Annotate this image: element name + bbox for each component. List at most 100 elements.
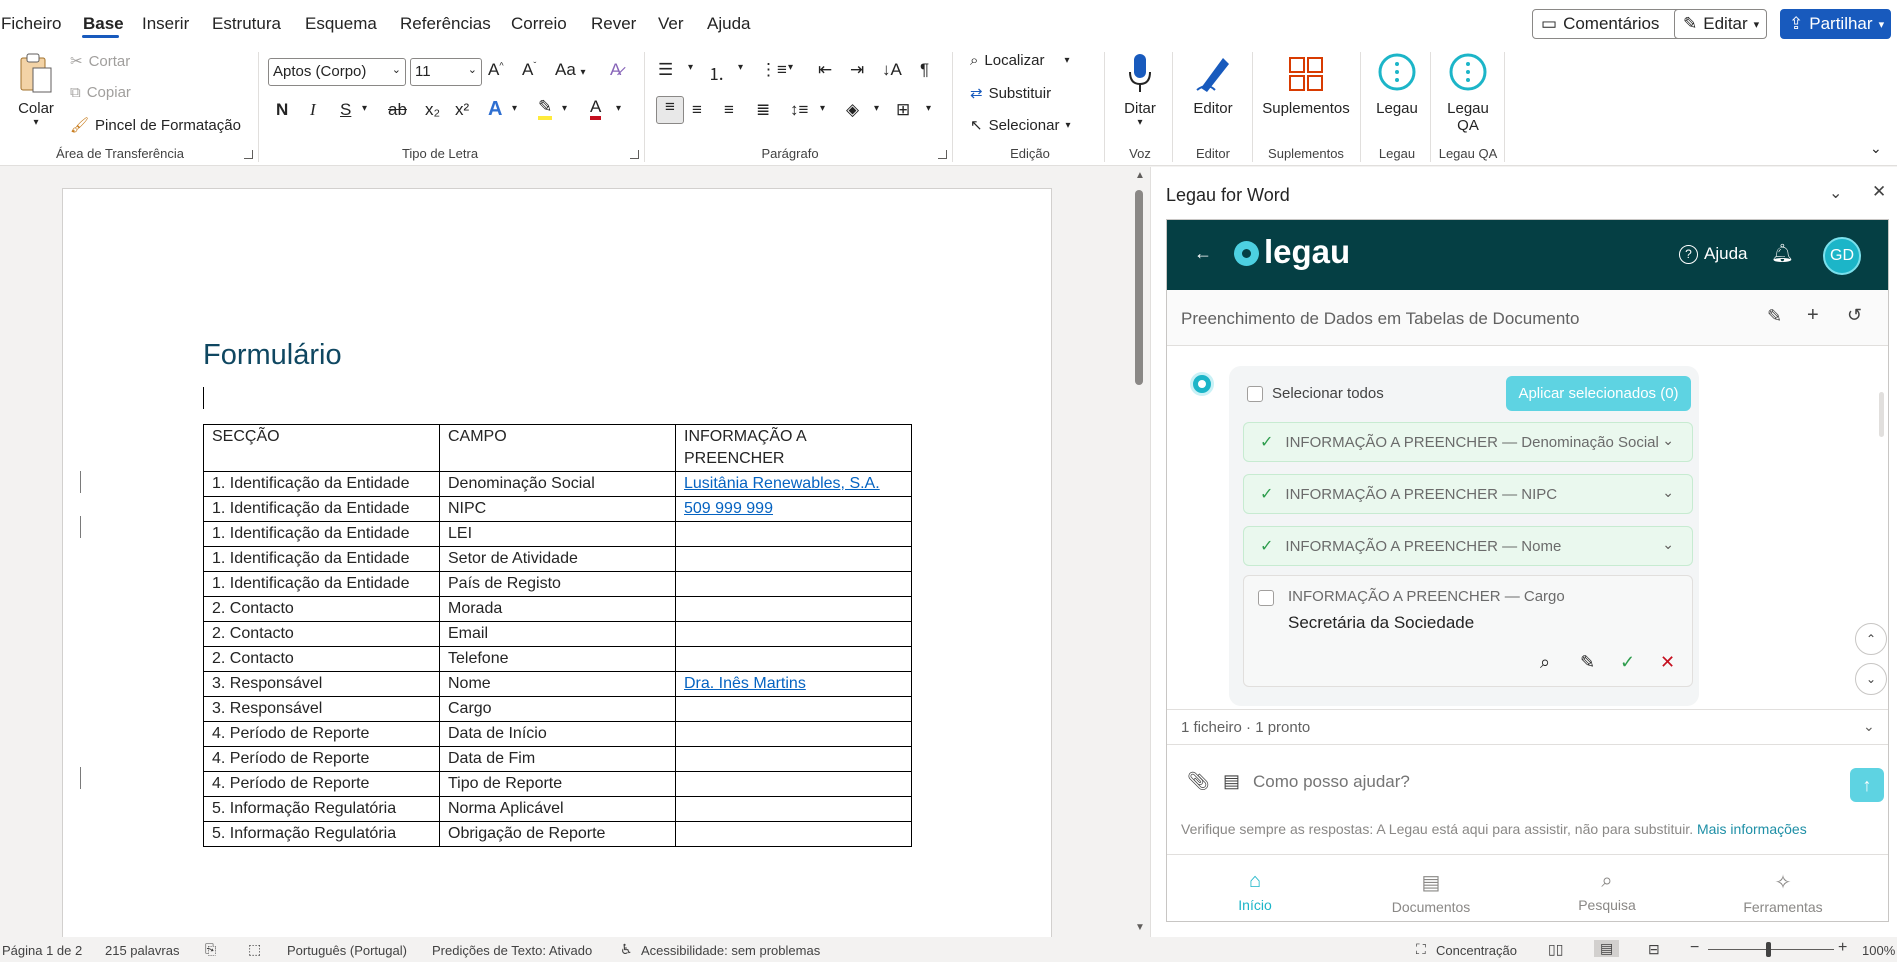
text-predictions[interactable]: Predições de Texto: Ativado	[432, 943, 592, 958]
dictate-button[interactable]: Ditar ▾	[1118, 52, 1162, 128]
chat-input[interactable]	[1253, 767, 1843, 797]
table-cell[interactable]: Data de Fim	[439, 746, 676, 772]
nav-documents[interactable]: ▤ Documentos	[1343, 870, 1519, 915]
font-size-select[interactable]: 11 ⌄	[410, 58, 482, 86]
table-value-cell[interactable]	[675, 796, 912, 822]
proofing-icon[interactable]: ⎘	[205, 941, 216, 958]
menu-review[interactable]: Rever	[591, 14, 636, 34]
scroll-down-icon[interactable]: ▼	[1133, 922, 1147, 933]
edit-mode-button[interactable]: ✎ Editar ▾	[1674, 9, 1767, 39]
table-cell[interactable]: Email	[439, 621, 676, 647]
pencil-icon[interactable]: ✎	[1580, 652, 1595, 673]
menu-mailings[interactable]: Correio	[511, 14, 567, 34]
chevron-down-icon[interactable]: ⌄	[1662, 432, 1674, 449]
close-icon[interactable]: ✕	[1872, 182, 1886, 202]
table-header-cell[interactable]: INFORMAÇÃO A PREENCHER	[675, 424, 912, 472]
zoom-slider-thumb[interactable]	[1766, 942, 1771, 957]
align-right-icon[interactable]: ≡	[724, 100, 734, 120]
replace-button[interactable]: ⇄ Substituir	[970, 84, 1051, 103]
table-cell[interactable]: Cargo	[439, 696, 676, 722]
table-value-cell[interactable]	[675, 546, 912, 572]
table-cell[interactable]: 4. Período de Reporte	[203, 721, 440, 747]
legau-qa-button[interactable]: Legau QA	[1440, 52, 1496, 134]
table-value-cell[interactable]: Dra. Inês Martins	[675, 671, 912, 697]
table-cell[interactable]: 5. Informação Regulatória	[203, 821, 440, 847]
document-page[interactable]: Formulário SECÇÃO CAMPO INFORMAÇÃO A PRE…	[62, 188, 1052, 937]
clear-formatting-icon[interactable]: A̷	[610, 60, 621, 80]
table-cell[interactable]: 3. Responsável	[203, 671, 440, 697]
table-cell[interactable]: País de Registo	[439, 571, 676, 597]
grow-font-icon[interactable]: A^	[488, 60, 504, 80]
menu-design[interactable]: Esquema	[305, 14, 377, 34]
more-info-link[interactable]: Mais informações	[1697, 821, 1807, 837]
reject-icon[interactable]: ✕	[1660, 652, 1675, 673]
multilevel-list-icon[interactable]: ⋮≡	[760, 60, 787, 80]
nav-tools[interactable]: ✧ Ferramentas	[1695, 870, 1871, 915]
document-icon[interactable]: ▤	[1223, 771, 1240, 792]
comments-button[interactable]: ▭ Comentários	[1532, 9, 1696, 39]
scroll-up-icon[interactable]: ▲	[1133, 170, 1147, 181]
chevron-down-icon[interactable]: ▾	[926, 103, 931, 114]
suggestion-checkbox[interactable]	[1258, 590, 1274, 606]
table-cell[interactable]: 3. Responsável	[203, 696, 440, 722]
table-cell[interactable]: 1. Identificação da Entidade	[203, 496, 440, 522]
table-cell[interactable]: 2. Contacto	[203, 646, 440, 672]
align-center-icon[interactable]: ≡	[692, 100, 702, 120]
table-cell[interactable]: 4. Período de Reporte	[203, 746, 440, 772]
shading-icon[interactable]: ◈	[846, 100, 859, 120]
table-value-cell[interactable]	[675, 771, 912, 797]
accept-icon[interactable]: ✓	[1620, 652, 1635, 673]
table-cell[interactable]: Setor de Atividade	[439, 546, 676, 572]
find-button[interactable]: ⌕ Localizar ▾	[970, 52, 1069, 69]
table-value-cell[interactable]	[675, 746, 912, 772]
menu-file[interactable]: Ficheiro	[1, 14, 61, 34]
files-bar[interactable]: 1 ficheiro · 1 pronto ⌄	[1167, 709, 1888, 745]
format-painter-button[interactable]: 🖌 Pincel de Formatação	[70, 116, 241, 135]
align-left-icon[interactable]: ≡	[656, 96, 684, 124]
table-cell[interactable]: 5. Informação Regulatória	[203, 796, 440, 822]
table-cell[interactable]: 1. Identificação da Entidade	[203, 546, 440, 572]
table-cell[interactable]: Denominação Social	[439, 471, 676, 497]
table-cell[interactable]: 1. Identificação da Entidade	[203, 521, 440, 547]
accessibility-status[interactable]: Acessibilidade: sem problemas	[641, 943, 820, 958]
menu-help[interactable]: Ajuda	[707, 14, 750, 34]
focus-mode[interactable]: Concentração	[1436, 943, 1517, 958]
text-effects-icon[interactable]: A	[488, 98, 502, 121]
menu-insert[interactable]: Inserir	[142, 14, 189, 34]
avatar[interactable]: GD	[1823, 237, 1861, 275]
chevron-down-icon[interactable]: ▾	[512, 103, 517, 114]
accessibility-icon[interactable]: ♿︎	[620, 941, 633, 958]
font-family-select[interactable]: Aptos (Corpo) ⌄	[268, 58, 406, 86]
suggestion-item[interactable]: ✓ INFORMAÇÃO A PREENCHER — Nome ⌄	[1243, 526, 1693, 566]
table-header-cell[interactable]: CAMPO	[439, 424, 676, 472]
apply-selected-button[interactable]: Aplicar selecionados (0)	[1506, 376, 1691, 411]
nav-search[interactable]: ⌕ Pesquisa	[1519, 870, 1695, 913]
share-button[interactable]: ⇪ Partilhar ▾	[1780, 9, 1891, 39]
chevron-down-icon[interactable]: ▾	[616, 103, 621, 114]
bold-button[interactable]: N	[276, 100, 288, 120]
italic-button[interactable]: I	[310, 100, 316, 120]
superscript-button[interactable]: x²	[455, 100, 469, 120]
chevron-down-icon[interactable]: ▾	[788, 62, 793, 73]
menu-home[interactable]: Base	[83, 14, 124, 34]
bullets-icon[interactable]: ☰	[658, 60, 673, 80]
decrease-indent-icon[interactable]: ⇤	[818, 60, 832, 80]
editor-button[interactable]: Editor	[1186, 52, 1240, 117]
subscript-button[interactable]: x₂	[425, 100, 440, 120]
underline-button[interactable]: S	[340, 100, 351, 120]
font-color-icon[interactable]: A	[590, 98, 602, 120]
table-cell[interactable]: Morada	[439, 596, 676, 622]
plus-icon[interactable]: +	[1807, 304, 1819, 327]
suggestion-item[interactable]: ✓ INFORMAÇÃO A PREENCHER — NIPC ⌄	[1243, 474, 1693, 514]
justify-icon[interactable]: ≣	[756, 100, 770, 120]
paste-button[interactable]: Colar ▾	[16, 52, 56, 128]
pilcrow-icon[interactable]: ¶	[920, 60, 929, 80]
results-scroll-thumb[interactable]	[1879, 392, 1884, 437]
table-cell[interactable]: Nome	[439, 671, 676, 697]
zoom-out-icon[interactable]: −	[1690, 939, 1699, 957]
history-icon[interactable]: ↺	[1847, 305, 1862, 326]
table-cell[interactable]: 1. Identificação da Entidade	[203, 571, 440, 597]
highlighter-icon[interactable]: ✎	[538, 98, 553, 120]
borders-icon[interactable]: ⊞	[896, 100, 910, 120]
table-cell[interactable]: NIPC	[439, 496, 676, 522]
